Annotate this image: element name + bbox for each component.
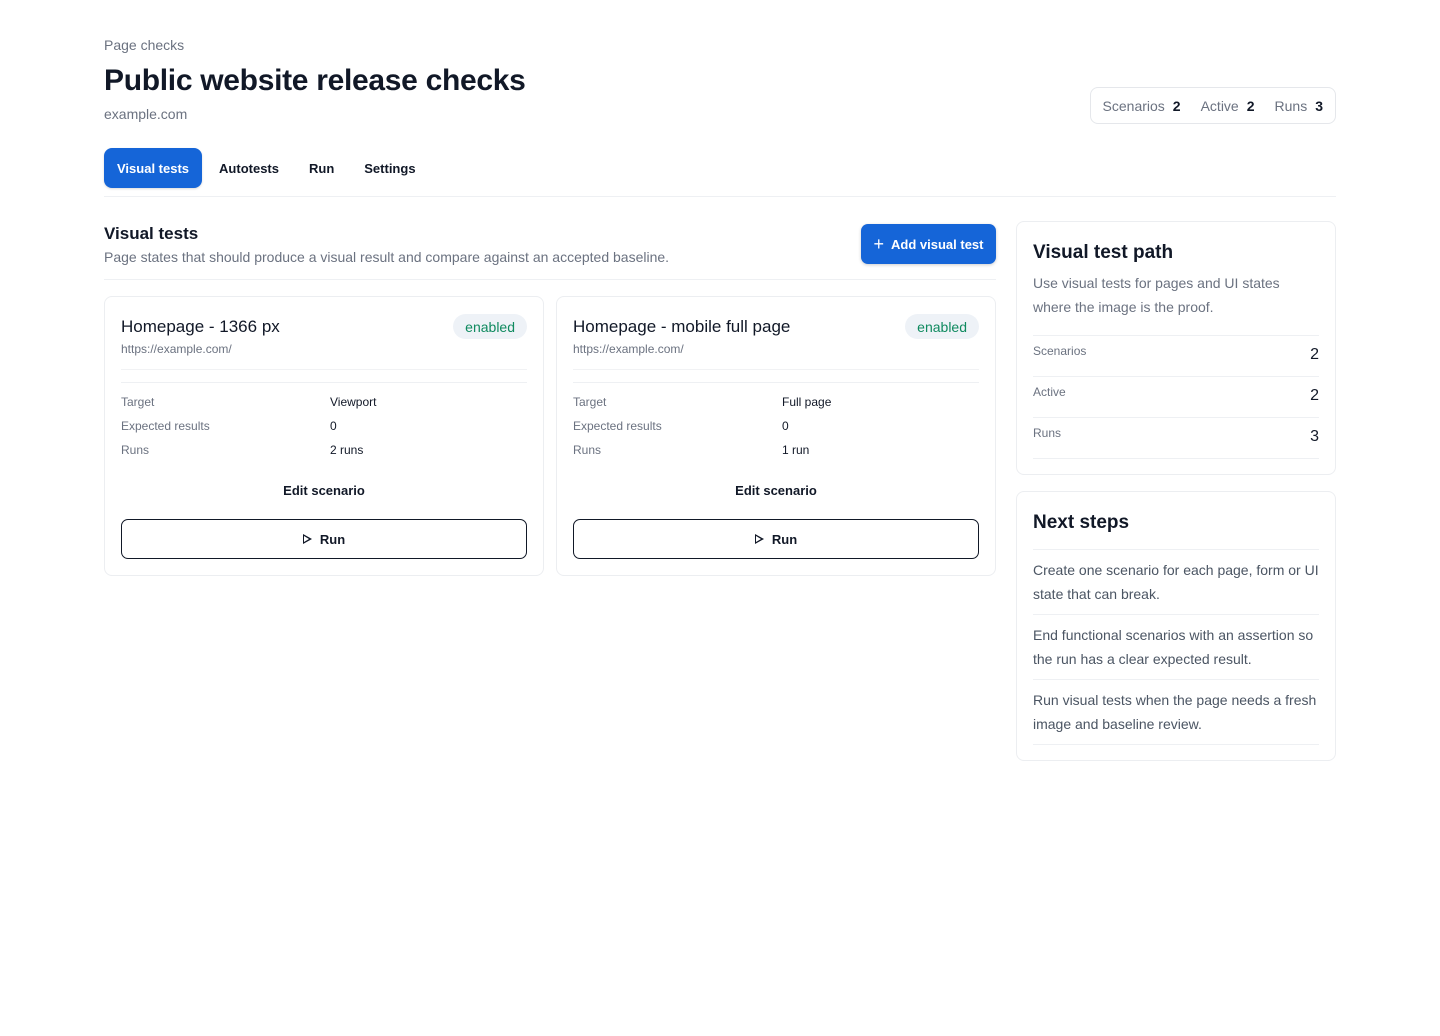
divider xyxy=(573,382,979,383)
stat-runs: Runs 3 xyxy=(1275,98,1323,114)
tab-settings[interactable]: Settings xyxy=(351,148,428,188)
section-title: Visual tests xyxy=(104,224,199,243)
panel-stat-value: 3 xyxy=(1310,428,1319,445)
scenario-url: https://example.com/ xyxy=(121,342,232,356)
scenario-title: Homepage - mobile full page xyxy=(573,317,791,336)
add-visual-test-label: Add visual test xyxy=(891,236,984,252)
panel-stat-label: Scenarios xyxy=(1033,344,1087,358)
page: Page checks Public website release check… xyxy=(0,0,1440,1036)
stat-scenarios: Scenarios 2 xyxy=(1103,98,1181,114)
tab-visual-tests[interactable]: Visual tests xyxy=(104,148,203,188)
plus-icon: + xyxy=(873,234,885,254)
divider xyxy=(573,369,979,370)
tab-autotests[interactable]: Autotests xyxy=(206,148,292,188)
panel-title: Visual test path xyxy=(1033,242,1174,263)
field-label: Runs xyxy=(121,443,150,457)
field-row: Target Viewport xyxy=(121,395,527,411)
play-icon xyxy=(302,534,312,544)
field-label: Expected results xyxy=(573,419,662,433)
run-button-label: Run xyxy=(771,531,798,547)
stat-value: 2 xyxy=(1246,97,1255,114)
run-button[interactable]: Run xyxy=(573,519,979,559)
tab-bar: Visual tests Autotests Run Settings xyxy=(104,148,433,188)
status-badge: enabled xyxy=(453,314,527,339)
next-steps-panel: Next steps Create one scenario for each … xyxy=(1016,491,1336,761)
field-value: Viewport xyxy=(330,395,377,409)
divider xyxy=(1033,458,1319,459)
field-row: Expected results 0 xyxy=(121,419,527,435)
page-title: Public website release checks xyxy=(104,64,526,97)
scenario-card: Homepage - 1366 px https://example.com/ … xyxy=(104,296,544,576)
field-value: 0 xyxy=(782,419,789,433)
divider xyxy=(121,369,527,370)
visual-test-path-panel: Visual test path Use visual tests for pa… xyxy=(1016,221,1336,475)
section-divider xyxy=(104,279,996,280)
divider xyxy=(1033,744,1319,745)
field-label: Expected results xyxy=(121,419,210,433)
panel-title: Next steps xyxy=(1033,512,1130,533)
field-row: Runs 1 run xyxy=(573,443,979,459)
scenario-card: Homepage - mobile full page https://exam… xyxy=(556,296,996,576)
field-label: Runs xyxy=(573,443,602,457)
divider xyxy=(121,382,527,383)
add-visual-test-button[interactable]: + Add visual test xyxy=(861,224,996,264)
tabs-divider xyxy=(104,196,1336,197)
panel-stat-row: Active 2 xyxy=(1033,376,1319,417)
field-value: Full page xyxy=(782,395,832,409)
stat-label: Runs xyxy=(1274,97,1308,114)
field-label: Target xyxy=(121,395,155,409)
field-value: 0 xyxy=(330,419,337,433)
field-value: 2 runs xyxy=(330,443,364,457)
tab-run[interactable]: Run xyxy=(296,148,347,188)
site-domain: example.com xyxy=(104,106,188,122)
stat-value: 3 xyxy=(1315,97,1323,114)
play-icon xyxy=(754,534,764,544)
section-description: Page states that should produce a visual… xyxy=(104,249,670,265)
field-row: Target Full page xyxy=(573,395,979,411)
next-step-item: Create one scenario for each page, form … xyxy=(1033,549,1319,614)
run-button[interactable]: Run xyxy=(121,519,527,559)
stat-value: 2 xyxy=(1172,97,1181,114)
next-step-item: End functional scenarios with an asserti… xyxy=(1033,614,1319,679)
field-row: Expected results 0 xyxy=(573,419,979,435)
panel-stat-row: Runs 3 xyxy=(1033,417,1319,458)
scenario-url: https://example.com/ xyxy=(573,342,684,356)
summary-stats: Scenarios 2 Active 2 Runs 3 xyxy=(1089,87,1336,124)
run-button-label: Run xyxy=(319,531,346,547)
stat-active: Active 2 xyxy=(1201,98,1255,114)
panel-stat-value: 2 xyxy=(1310,346,1319,363)
field-label: Target xyxy=(573,395,607,409)
next-step-item: Run visual tests when the page needs a f… xyxy=(1033,679,1319,744)
field-value: 1 run xyxy=(782,443,810,457)
scenario-title: Homepage - 1366 px xyxy=(121,317,280,336)
panel-description: Use visual tests for pages and UI states… xyxy=(1033,275,1280,315)
stat-label: Active xyxy=(1200,97,1239,114)
panel-stat-row: Scenarios 2 xyxy=(1033,335,1319,376)
field-row: Runs 2 runs xyxy=(121,443,527,459)
status-badge: enabled xyxy=(905,314,979,339)
stat-label: Scenarios xyxy=(1102,97,1165,114)
breadcrumb[interactable]: Page checks xyxy=(104,37,184,53)
panel-stat-label: Active xyxy=(1033,385,1066,399)
panel-stat-value: 2 xyxy=(1310,387,1319,404)
panel-stat-label: Runs xyxy=(1033,426,1062,440)
edit-scenario-link[interactable]: Edit scenario xyxy=(557,483,995,498)
edit-scenario-link[interactable]: Edit scenario xyxy=(105,483,543,498)
